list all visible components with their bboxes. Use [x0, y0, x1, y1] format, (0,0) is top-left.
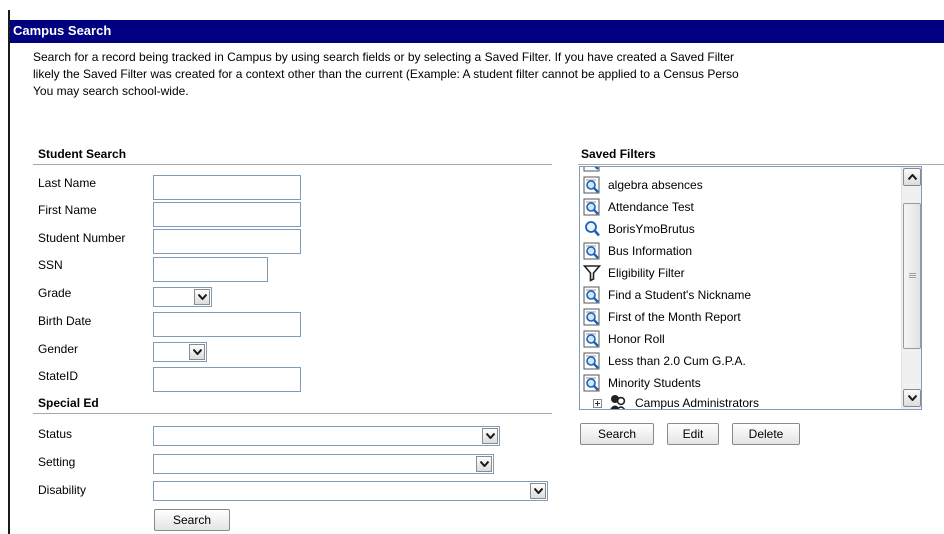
grade-label: Grade [38, 286, 72, 300]
expand-plus-icon[interactable] [593, 398, 602, 408]
chevron-down-icon[interactable] [189, 344, 205, 360]
search-filter-icon [583, 374, 601, 392]
saved-filters-rows: algebra absences Attendance Test BorisYmoB… [580, 167, 901, 409]
list-item-label: Eligibility Filter [608, 266, 685, 280]
chevron-down-icon[interactable] [482, 428, 498, 444]
intro-line-2: likely the Saved Filter was created for … [33, 67, 739, 81]
list-item-label: Honor Roll [608, 332, 665, 346]
list-item[interactable]: Attendance Test [583, 197, 694, 217]
status-label: Status [38, 427, 73, 441]
special-ed-divider [33, 413, 552, 414]
birth-date-input[interactable] [153, 312, 301, 337]
ssn-label: SSN [38, 258, 63, 272]
list-item[interactable]: First of the Month Report [583, 307, 741, 327]
setting-label: Setting [38, 455, 76, 469]
funnel-icon [582, 264, 602, 282]
list-item-label: Find a Student's Nickname [608, 288, 752, 302]
search-filter-icon [583, 198, 601, 216]
intro-line-1: Search for a record being tracked in Cam… [33, 50, 735, 64]
search-filter-icon [583, 286, 601, 304]
special-ed-heading: Special Ed [38, 396, 99, 410]
search-filter-icon [583, 308, 601, 326]
last-name-label: Last Name [38, 176, 97, 190]
gender-label: Gender [38, 342, 79, 356]
first-name-input[interactable] [153, 202, 301, 227]
list-item[interactable]: Honor Roll [583, 329, 665, 349]
chevron-down-icon[interactable] [530, 483, 546, 499]
filter-edit-button[interactable]: Edit [667, 423, 719, 445]
magnifier-icon [583, 220, 601, 238]
intro-text: Search for a record being tracked in Cam… [33, 49, 938, 100]
birth-date-label: Birth Date [38, 314, 92, 328]
search-filter-icon [583, 330, 601, 348]
search-filter-icon [583, 352, 601, 370]
saved-filters-list[interactable]: algebra absences Attendance Test BorisYmoB… [579, 166, 922, 410]
list-item[interactable]: Less than 2.0 Cum G.P.A. [583, 351, 746, 371]
student-search-heading: Student Search [38, 147, 127, 161]
intro-line-3: You may search school-wide. [33, 84, 189, 98]
chevron-down-icon[interactable] [476, 456, 492, 472]
state-id-input[interactable] [153, 367, 301, 392]
setting-select[interactable] [153, 454, 494, 474]
list-item[interactable]: Bus Information [583, 241, 692, 261]
list-item[interactable]: algebra absences [583, 175, 703, 195]
state-id-label: StateID [38, 369, 79, 383]
filter-search-button[interactable]: Search [580, 423, 654, 445]
list-item-label: BorisYmoBrutus [608, 222, 695, 236]
group-label: Campus Administrators [635, 396, 760, 410]
scroll-up-button[interactable] [903, 168, 921, 186]
search-filter-icon [583, 242, 601, 260]
disability-select[interactable] [153, 481, 548, 501]
saved-filters-scrollbar[interactable] [901, 167, 921, 409]
user-group-icon [608, 394, 626, 409]
scroll-thumb[interactable] [903, 203, 921, 349]
student-number-label: Student Number [38, 231, 126, 245]
list-item-label: First of the Month Report [608, 310, 741, 324]
page-title: Campus Search [10, 20, 944, 43]
disability-label: Disability [38, 483, 87, 497]
list-item[interactable]: BorisYmoBrutus [583, 219, 695, 239]
list-item-label: Less than 2.0 Cum G.P.A. [608, 354, 746, 368]
grade-select[interactable] [153, 287, 212, 307]
status-select[interactable] [153, 426, 500, 446]
chevron-down-icon[interactable] [194, 289, 210, 305]
filter-delete-button[interactable]: Delete [732, 423, 800, 445]
student-search-divider [33, 164, 552, 165]
search-filter-icon [583, 176, 601, 194]
last-name-input[interactable] [153, 175, 301, 200]
first-name-label: First Name [38, 203, 97, 217]
ssn-input[interactable] [153, 257, 268, 282]
saved-filters-divider [578, 164, 944, 165]
list-item-label: Attendance Test [608, 200, 694, 214]
list-item[interactable]: Find a Student's Nickname [583, 285, 751, 305]
scroll-down-button[interactable] [903, 389, 921, 407]
gender-select[interactable] [153, 342, 207, 362]
list-item-label: Minority Students [608, 376, 701, 390]
list-item-group[interactable]: Campus Administrators [593, 393, 760, 410]
list-item[interactable]: Eligibility Filter [582, 263, 685, 283]
saved-filters-heading: Saved Filters [581, 147, 656, 161]
list-item-label: Bus Information [608, 244, 693, 258]
list-item[interactable]: Minority Students [583, 373, 701, 393]
search-button[interactable]: Search [154, 509, 230, 531]
left-border [8, 10, 10, 534]
list-item-label: algebra absences [608, 178, 703, 192]
student-number-input[interactable] [153, 229, 301, 254]
